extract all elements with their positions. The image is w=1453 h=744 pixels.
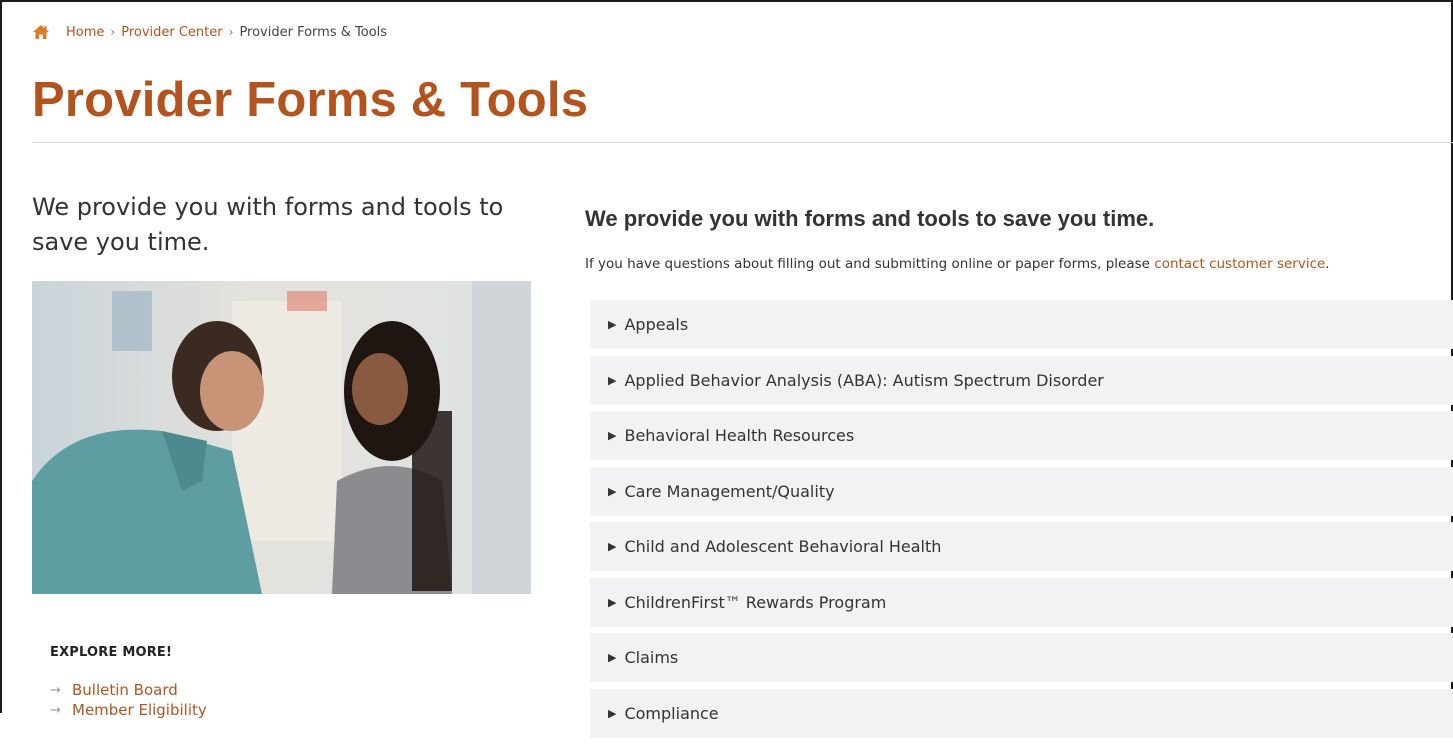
triangle-right-icon: ▶ [608,595,617,609]
accordion-item-appeals[interactable]: ▶ Appeals [590,300,1453,349]
accordion-item-compliance[interactable]: ▶ Compliance [590,688,1453,738]
triangle-right-icon: ▶ [608,540,617,553]
accordion-item-label: ChildrenFirst™ Rewards Program [624,592,887,612]
hero-image [32,281,531,594]
forms-description-text: If you have questions about filling out … [585,256,1155,272]
list-item: → Member Eligibility [50,700,207,720]
triangle-right-icon: ▶ [608,429,617,442]
breadcrumb-separator: › [110,25,116,39]
forms-accordion: ▶ Appeals ▶ Applied Behavior Analysis (A… [590,300,1453,744]
page-title: Provider Forms & Tools [32,73,589,127]
list-item: → Bulletin Board [50,680,207,700]
explore-more-heading: EXPLORE MORE! [50,645,173,660]
home-icon[interactable] [32,24,50,40]
triangle-right-icon: ▶ [608,651,617,664]
accordion-item-label: Applied Behavior Analysis (ABA): Autism … [624,370,1104,390]
left-intro-text: We provide you with forms and tools to s… [32,193,504,256]
accordion-item-behavioral-health-resources[interactable]: ▶ Behavioral Health Resources [590,411,1453,460]
member-eligibility-link[interactable]: Member Eligibility [72,701,207,719]
breadcrumb-provider-center-link[interactable]: Provider Center [121,25,222,40]
accordion-item-aba[interactable]: ▶ Applied Behavior Analysis (ABA): Autis… [590,355,1453,405]
arrow-right-icon: → [50,702,61,718]
triangle-right-icon: ▶ [608,484,617,498]
forms-description-end: . [1325,256,1330,272]
forms-description: If you have questions about filling out … [585,256,1330,272]
accordion-item-label: Compliance [624,703,719,723]
accordion-item-label: Claims [624,648,679,667]
triangle-right-icon: ▶ [608,318,617,331]
breadcrumb-current: Provider Forms & Tools [239,24,388,40]
title-divider [32,142,1453,143]
contact-customer-service-link[interactable]: contact customer service [1154,256,1325,272]
accordion-item-claims[interactable]: ▶ Claims [590,633,1453,682]
accordion-item-childrenfirst[interactable]: ▶ ChildrenFirst™ Rewards Program [590,577,1453,627]
triangle-right-icon: ▶ [608,706,617,720]
explore-more-list: → Bulletin Board → Member Eligibility [50,680,207,720]
triangle-right-icon: ▶ [608,373,617,387]
accordion-item-label: Behavioral Health Resources [624,426,855,445]
arrow-right-icon: → [50,682,61,698]
accordion-item-label: Child and Adolescent Behavioral Health [624,537,942,556]
breadcrumb-home-link[interactable]: Home [66,25,104,40]
forms-heading: We provide you with forms and tools to s… [585,206,1155,231]
accordion-item-child-adolescent[interactable]: ▶ Child and Adolescent Behavioral Health [590,522,1453,571]
breadcrumb-separator: › [228,25,234,39]
breadcrumb: Home › Provider Center › Provider Forms … [32,22,387,42]
accordion-item-label: Appeals [624,315,689,334]
accordion-item-care-management[interactable]: ▶ Care Management/Quality [590,466,1453,516]
accordion-item-label: Care Management/Quality [624,481,835,501]
bulletin-board-link[interactable]: Bulletin Board [72,681,178,699]
